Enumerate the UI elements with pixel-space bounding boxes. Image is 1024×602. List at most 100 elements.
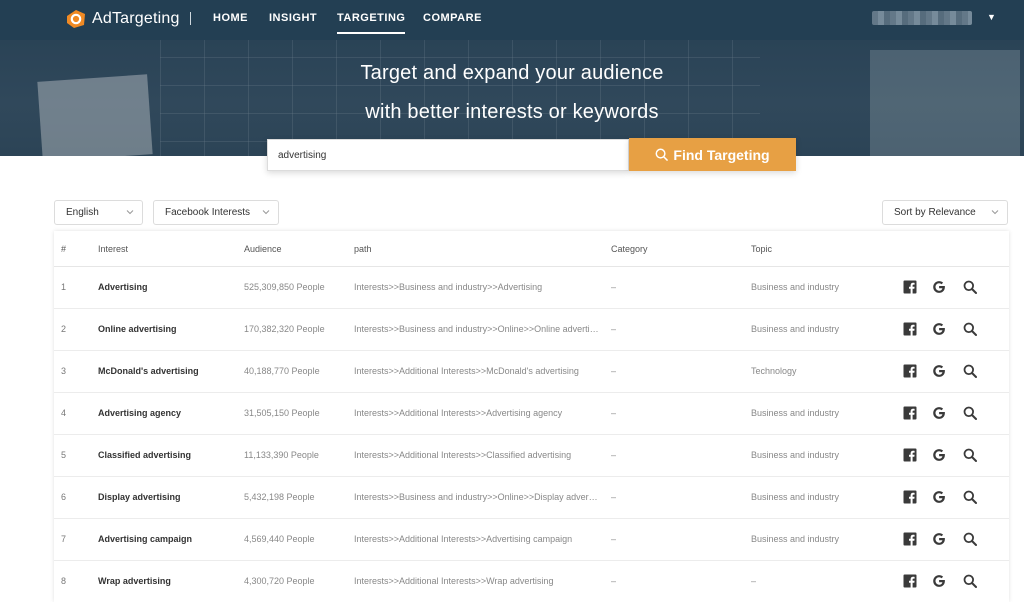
row-path: Interests>>Additional Interests>>Classif… — [354, 450, 572, 460]
facebook-icon[interactable] — [903, 532, 917, 546]
brand-name: AdTargeting — [92, 10, 180, 27]
table-row[interactable]: 5 Classified advertising 11,133,390 People… — [54, 435, 1009, 477]
google-icon[interactable] — [932, 574, 946, 588]
row-interest: Classified advertising — [98, 450, 192, 460]
row-interest: Online advertising — [98, 324, 177, 334]
table-row[interactable]: 2 Online advertising 170,382,320 People Int… — [54, 309, 1009, 351]
user-account-name[interactable] — [872, 11, 972, 25]
language-select-value: English — [66, 207, 99, 218]
row-interest: Advertising campaign — [98, 534, 193, 544]
row-num: 6 — [61, 492, 67, 502]
row-path: Interests>>Business and industry>>Advert… — [354, 282, 543, 292]
google-icon[interactable] — [932, 280, 946, 294]
logo-icon — [67, 10, 85, 28]
row-path: Interests>>Additional Interests>>Adverti… — [354, 408, 563, 418]
top-navbar: AdTargeting HOME INSIGHT TARGETING COMPA… — [0, 0, 1024, 40]
row-num: 8 — [61, 576, 67, 586]
row-category: – — [611, 576, 617, 586]
search-box — [267, 139, 629, 171]
row-audience: 40,188,770 People — [244, 366, 320, 376]
row-audience: 31,505,150 People — [244, 408, 320, 418]
sort-select[interactable]: Sort by Relevance — [882, 200, 1008, 225]
google-icon[interactable] — [932, 448, 946, 462]
row-topic: Business and industry — [751, 282, 840, 292]
facebook-icon[interactable] — [903, 280, 917, 294]
nav-home[interactable]: HOME — [213, 12, 248, 24]
table-header: # Interest Audience path Category Topic — [54, 231, 1009, 267]
row-num: 7 — [61, 534, 67, 544]
chevron-down-icon — [126, 210, 134, 215]
table-row[interactable]: 6 Display advertising 5,432,198 People Inte… — [54, 477, 1009, 519]
search-icon[interactable] — [963, 574, 977, 588]
row-topic: Business and industry — [751, 324, 840, 334]
row-category: – — [611, 366, 617, 376]
facebook-icon[interactable] — [903, 364, 917, 378]
table-row[interactable]: 7 Advertising campaign 4,569,440 People Int… — [54, 519, 1009, 561]
search-icon[interactable] — [963, 448, 977, 462]
row-path: Interests>>Business and industry>>Online… — [354, 492, 599, 502]
brand-logo[interactable]: AdTargeting — [64, 7, 180, 31]
row-num: 1 — [61, 282, 67, 292]
search-icon[interactable] — [963, 532, 977, 546]
row-audience: 525,309,850 People — [244, 282, 325, 292]
search-icon[interactable] — [963, 490, 977, 504]
google-icon[interactable] — [932, 532, 946, 546]
row-num: 2 — [61, 324, 67, 334]
language-select[interactable]: English — [54, 200, 143, 225]
search-icon[interactable] — [963, 406, 977, 420]
nav-divider — [190, 12, 191, 25]
table-row[interactable]: 1 Advertising 525,309,850 People Interests>… — [54, 267, 1009, 309]
header-category: Category — [611, 244, 648, 254]
row-interest: Wrap advertising — [98, 576, 171, 586]
search-icon — [655, 148, 669, 161]
row-audience: 11,133,390 People — [244, 450, 319, 460]
google-icon[interactable] — [932, 490, 946, 504]
row-topic: Business and industry — [751, 450, 840, 460]
nav-targeting[interactable]: TARGETING — [337, 12, 406, 34]
facebook-icon[interactable] — [903, 490, 917, 504]
search-icon[interactable] — [963, 322, 977, 336]
row-path: Interests>>Additional Interests>>McDonal… — [354, 366, 579, 376]
search-icon[interactable] — [963, 280, 977, 294]
facebook-icon[interactable] — [903, 574, 917, 588]
nav-compare[interactable]: COMPARE — [423, 12, 482, 24]
row-category: – — [611, 408, 617, 418]
row-audience: 4,569,440 People — [244, 534, 315, 544]
find-targeting-button[interactable]: Find Targeting — [629, 138, 796, 171]
header-interest: Interest — [98, 244, 129, 254]
user-menu-caret-icon[interactable]: ▼ — [987, 12, 996, 22]
source-select[interactable]: Facebook Interests — [153, 200, 279, 225]
google-icon[interactable] — [932, 364, 946, 378]
google-icon[interactable] — [932, 406, 946, 420]
search-input[interactable] — [268, 140, 628, 170]
google-icon[interactable] — [932, 322, 946, 336]
row-interest: Advertising agency — [98, 408, 182, 418]
row-topic: Business and industry — [751, 534, 840, 544]
row-interest: Display advertising — [98, 492, 181, 502]
row-path: Interests>>Additional Interests>>Adverti… — [354, 534, 573, 544]
row-interest: McDonald's advertising — [98, 366, 199, 376]
row-num: 4 — [61, 408, 67, 418]
row-topic: Business and industry — [751, 492, 840, 502]
table-row[interactable]: 3 McDonald's advertising 40,188,770 People… — [54, 351, 1009, 393]
row-category: – — [611, 492, 617, 502]
results-table: # Interest Audience path Category Topic … — [54, 231, 1009, 602]
row-category: – — [611, 450, 617, 460]
row-path: Interests>>Additional Interests>>Wrap ad… — [354, 576, 554, 586]
row-topic: – — [751, 576, 757, 586]
table-row[interactable]: 4 Advertising agency 31,505,150 People Inte… — [54, 393, 1009, 435]
row-category: – — [611, 324, 617, 334]
facebook-icon[interactable] — [903, 448, 917, 462]
search-icon[interactable] — [963, 364, 977, 378]
table-row[interactable]: 8 Wrap advertising 4,300,720 People Interes… — [54, 561, 1009, 602]
facebook-icon[interactable] — [903, 322, 917, 336]
header-path: path — [354, 244, 372, 254]
nav-insight[interactable]: INSIGHT — [269, 12, 317, 24]
row-path: Interests>>Business and industry>>Online… — [354, 324, 599, 334]
row-category: – — [611, 282, 617, 292]
row-topic: Business and industry — [751, 408, 840, 418]
facebook-icon[interactable] — [903, 406, 917, 420]
header-num: # — [61, 244, 67, 254]
hero-headline-line2: with better interests or keywords — [365, 101, 659, 123]
source-select-value: Facebook Interests — [165, 207, 251, 218]
